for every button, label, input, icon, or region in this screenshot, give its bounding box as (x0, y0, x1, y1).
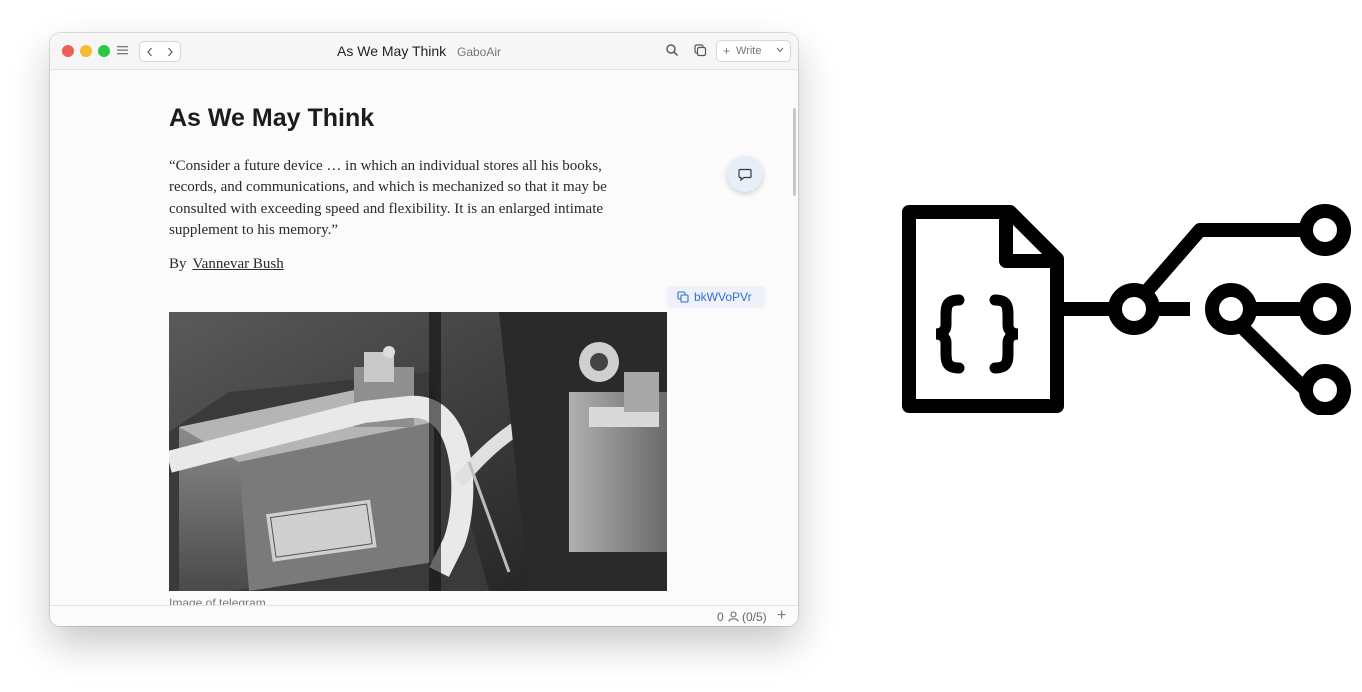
app-window: As We May Think GaboAir + Write As We Ma… (50, 33, 798, 626)
chevron-left-icon (147, 47, 152, 56)
scrollbar-thumb[interactable] (793, 108, 796, 196)
copy-icon (677, 291, 689, 303)
json-file-branch-icon (902, 204, 1351, 415)
quote-paragraph[interactable]: “Consider a future device … in which an … (169, 156, 639, 241)
search-icon[interactable] (665, 43, 679, 57)
zoom-window-button[interactable] (98, 45, 110, 57)
window-subtitle: GaboAir (457, 45, 502, 59)
telegram-machine-illustration (169, 312, 667, 591)
document-title[interactable]: As We May Think (169, 104, 374, 133)
close-window-button[interactable] (62, 45, 74, 57)
back-button[interactable] (140, 42, 160, 61)
plus-icon: + (723, 44, 731, 58)
user-icon (728, 611, 739, 622)
chevron-right-icon (168, 47, 173, 56)
status-bar: 0 (0/5) + (50, 605, 798, 626)
image-caption: Image of telegram (169, 596, 266, 605)
write-button[interactable]: + Write (716, 40, 791, 62)
write-button-label: Write (736, 45, 762, 57)
block-id-chip[interactable]: bkWVoPVr (667, 286, 765, 308)
document-area: As We May Think “Consider a future devic… (50, 70, 798, 605)
participant-ratio[interactable]: (0/5) (742, 610, 767, 624)
title-bar: As We May Think GaboAir + Write (50, 33, 798, 70)
collaborator-count: 0 (717, 610, 724, 624)
by-label: By (169, 256, 187, 272)
add-button[interactable]: + (777, 607, 786, 625)
byline: By Vannevar Bush (169, 256, 284, 273)
navigation-group (139, 41, 181, 62)
comment-button[interactable] (727, 156, 763, 192)
chevron-down-icon[interactable] (776, 47, 784, 53)
window-title: As We May Think (337, 43, 447, 59)
minimize-window-button[interactable] (80, 45, 92, 57)
duplicate-icon[interactable] (693, 43, 707, 57)
telegram-image[interactable] (169, 312, 667, 591)
forward-button[interactable] (160, 42, 180, 61)
sidebar-menu-icon[interactable] (117, 44, 128, 56)
comment-icon (738, 168, 752, 181)
block-id: bkWVoPVr (694, 290, 752, 304)
author-link[interactable]: Vannevar Bush (193, 256, 284, 272)
